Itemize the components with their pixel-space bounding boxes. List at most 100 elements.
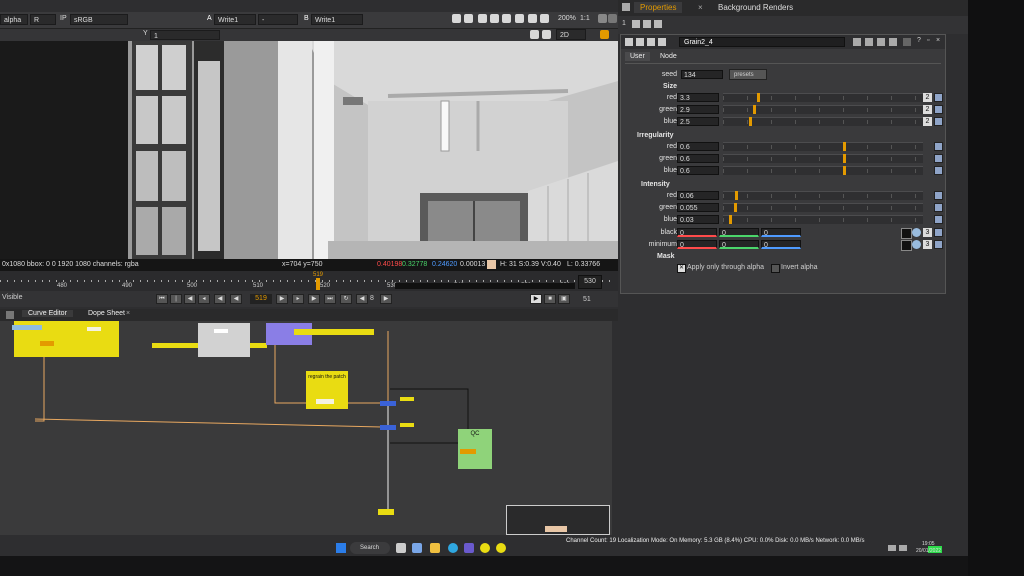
size-green-slider[interactable] (723, 105, 923, 114)
channel-select[interactable]: R (30, 14, 56, 25)
tab-close-icon[interactable]: × (698, 3, 703, 12)
ip-label[interactable]: IP (60, 15, 67, 22)
float-icon[interactable] (654, 20, 662, 28)
color-wheel-icon[interactable] (912, 228, 921, 237)
size-red-input[interactable]: 3.3 (677, 93, 719, 102)
input-b-dropdown[interactable]: Write1 (311, 14, 363, 25)
next-frame-icon[interactable]: ▸ (292, 294, 304, 304)
size-green-channels-count[interactable]: 2 (923, 105, 932, 114)
float-window-icon[interactable]: ▫ (927, 37, 929, 44)
slider-handle[interactable] (843, 142, 846, 151)
black-red-input[interactable]: 0 (677, 228, 717, 237)
black-animation-icon[interactable] (934, 228, 943, 237)
viewer-mode-icon[interactable] (542, 30, 551, 39)
node-dot[interactable] (380, 401, 396, 406)
minimap[interactable] (506, 505, 610, 535)
play-backward-icon[interactable]: ◀ (214, 294, 226, 304)
prev-frame-icon[interactable]: ◂ (198, 294, 210, 304)
volume-icon[interactable] (899, 545, 907, 551)
irregularity-blue-animation-icon[interactable] (934, 166, 943, 175)
input-a-dropdown[interactable]: Write1 (214, 14, 256, 25)
lock-icon[interactable] (608, 14, 617, 23)
color-wheel-icon[interactable] (912, 240, 921, 249)
node-dot[interactable] (380, 425, 396, 430)
timeline[interactable]: 480 490 500 510 520 530 540 550 556 519 … (0, 271, 618, 292)
task-view-icon[interactable] (396, 543, 406, 553)
minimum-blue-input[interactable]: 0 (761, 240, 801, 249)
apply-alpha-checkbox[interactable]: ✕ (677, 264, 686, 273)
irregularity-red-animation-icon[interactable] (934, 142, 943, 151)
nuke-app-icon-2[interactable] (496, 543, 506, 553)
node-write[interactable] (378, 509, 394, 515)
intensity-red-input[interactable]: 0.06 (677, 191, 719, 200)
play-forward-icon[interactable]: ▶ (276, 294, 288, 304)
size-blue-animation-icon[interactable] (934, 117, 943, 126)
skip-start-icon[interactable]: ⏮ (156, 294, 168, 304)
roi-icon[interactable] (452, 14, 461, 23)
float-panel-icon[interactable] (889, 38, 897, 46)
minimum-green-input[interactable]: 0 (719, 240, 759, 249)
pixel-ratio[interactable]: 1:1 (580, 15, 590, 22)
size-green-animation-icon[interactable] (934, 105, 943, 114)
size-blue-channels-count[interactable]: 2 (923, 117, 932, 126)
slider-handle[interactable] (843, 166, 846, 175)
settings-icon[interactable] (865, 38, 873, 46)
input-merge-dropdown[interactable]: - (258, 14, 298, 25)
tab-dope-sheet[interactable]: Dope Sheet (84, 310, 129, 317)
loop-icon[interactable]: ↻ (340, 294, 352, 304)
node-input-dot[interactable] (40, 341, 54, 346)
invert-alpha-checkbox[interactable] (771, 264, 780, 273)
tab-node[interactable]: Node (655, 52, 682, 61)
slider-handle[interactable] (749, 117, 752, 126)
clip-warning-icon[interactable] (464, 14, 473, 23)
node-name-field[interactable]: Grain2_4 (679, 37, 845, 47)
tab-menu-icon[interactable] (6, 311, 14, 319)
refresh-icon[interactable] (502, 14, 511, 23)
stop-icon[interactable]: ■ (544, 294, 556, 304)
node-graph[interactable]: regrain the patch QC (0, 321, 612, 535)
minimize-icon[interactable] (903, 38, 911, 46)
step-back-increment-icon[interactable]: ◀ (356, 294, 368, 304)
nuke-app-icon[interactable] (480, 543, 490, 553)
lut-icon[interactable] (478, 14, 487, 23)
gamma-icon[interactable] (540, 14, 549, 23)
end-frame-field[interactable]: 530 (578, 275, 602, 289)
irregularity-green-slider[interactable] (723, 154, 923, 163)
redo-icon[interactable] (658, 38, 666, 46)
slider-handle[interactable] (757, 93, 760, 102)
node-input-dot[interactable] (460, 449, 476, 454)
pause-icon[interactable] (515, 14, 524, 23)
intensity-green-slider[interactable] (723, 203, 923, 212)
slider-handle[interactable] (735, 191, 738, 200)
slider-handle[interactable] (843, 154, 846, 163)
color-swatch-minimum[interactable] (901, 240, 912, 251)
presets-dropdown[interactable]: presets (729, 69, 767, 80)
edge-icon[interactable] (448, 543, 458, 553)
seed-input[interactable]: 134 (681, 70, 723, 79)
irregularity-red-input[interactable]: 0.6 (677, 142, 719, 151)
tab-user[interactable]: User (625, 52, 650, 61)
size-blue-slider[interactable] (723, 117, 923, 126)
irregularity-blue-input[interactable]: 0.6 (677, 166, 719, 175)
frame-icon[interactable] (530, 30, 539, 39)
tab-curve-editor[interactable]: Curve Editor (22, 310, 73, 317)
node-color-icon[interactable] (636, 38, 644, 46)
visible-range-dropdown[interactable]: Visible (2, 294, 23, 301)
windows-start-icon[interactable] (336, 543, 346, 553)
gain-icon[interactable] (528, 14, 537, 23)
node-handle[interactable] (12, 325, 42, 330)
lock-icon[interactable] (632, 20, 640, 28)
play-back-icon[interactable]: ◀ (230, 294, 242, 304)
pencil-icon[interactable] (600, 30, 609, 39)
intensity-red-slider[interactable] (723, 191, 923, 200)
step-back-icon[interactable]: ◀ (184, 294, 196, 304)
colorspace-dropdown[interactable]: sRGB (70, 14, 128, 25)
tab-properties[interactable]: Properties (634, 2, 683, 13)
intensity-blue-slider[interactable] (723, 215, 923, 224)
black-green-input[interactable]: 0 (719, 228, 759, 237)
color-swatch-black[interactable] (901, 228, 912, 239)
panel-menu-icon[interactable] (622, 3, 630, 11)
file-explorer-icon[interactable] (430, 543, 440, 553)
tab-close-icon[interactable]: × (126, 310, 130, 317)
zoom-level[interactable]: 200% (558, 15, 576, 22)
